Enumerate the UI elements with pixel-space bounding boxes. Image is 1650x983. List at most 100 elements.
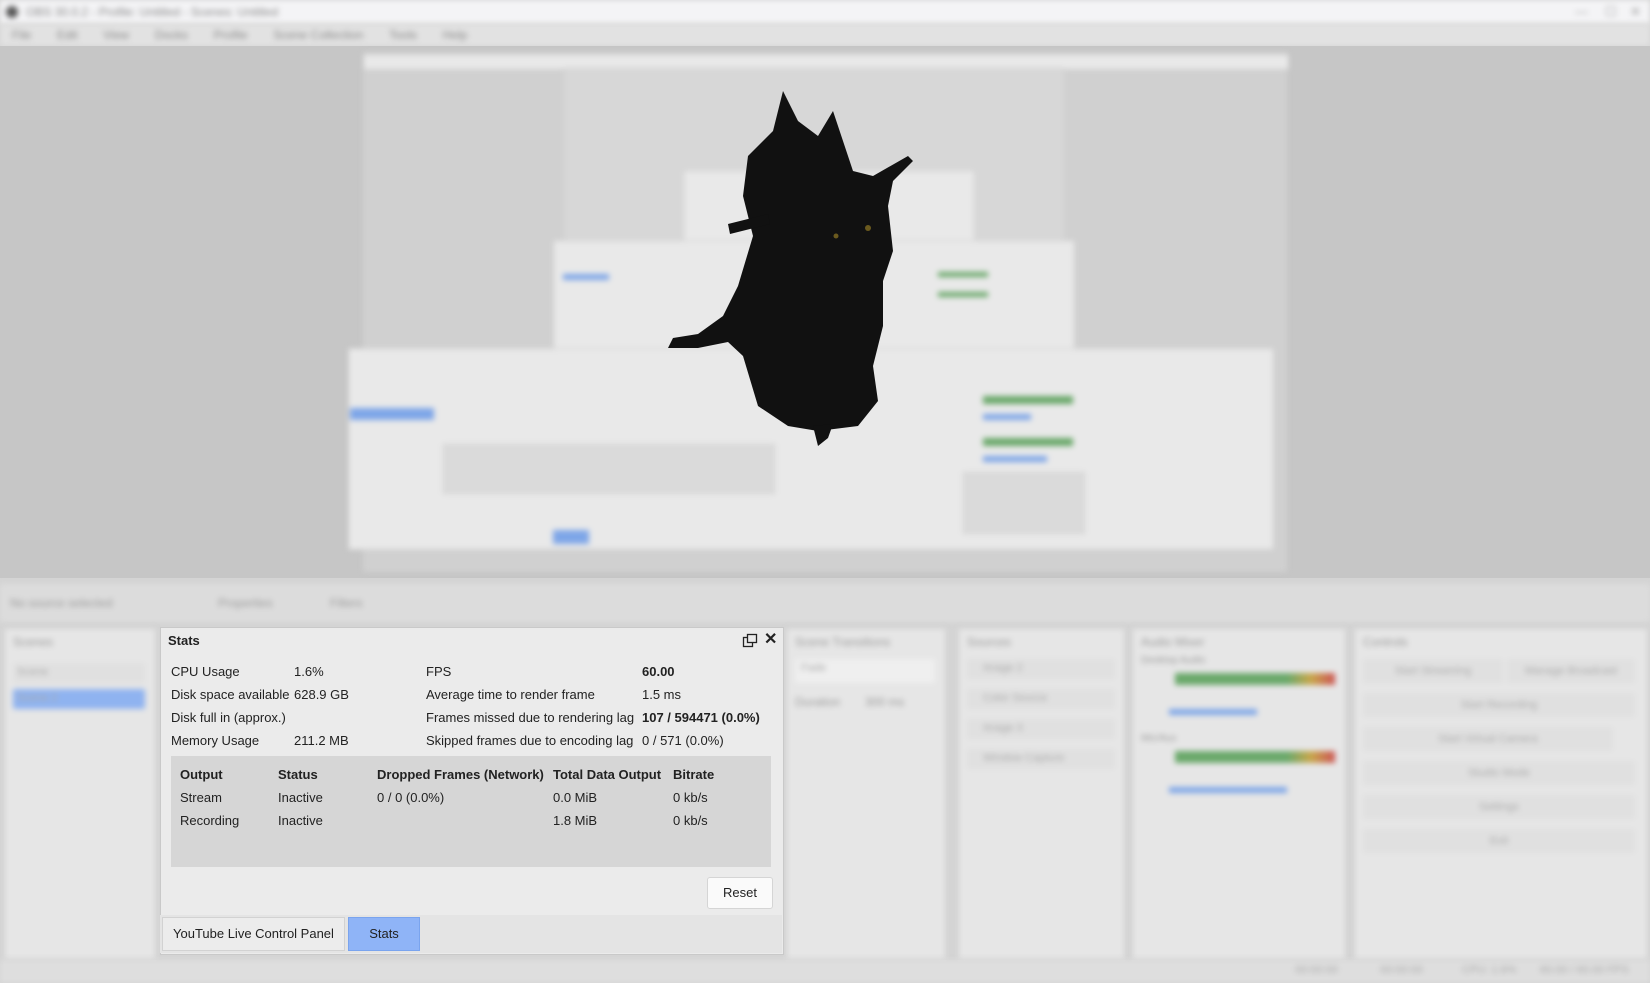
scenes-title: Scenes bbox=[13, 635, 54, 649]
skipped-frames-label: Skipped frames due to encoding lag bbox=[426, 733, 634, 748]
audio-track-label: Desktop Audio bbox=[1141, 655, 1206, 666]
sources-dock: Sources Image 2 Color Source Image 3 Win… bbox=[958, 628, 1125, 960]
nested-audio bbox=[963, 472, 1085, 534]
no-source-label: No source selected bbox=[10, 596, 113, 610]
audio-meter bbox=[1175, 751, 1335, 763]
table-cell: Recording bbox=[180, 813, 240, 828]
audio-meter bbox=[1175, 673, 1335, 685]
table-cell: Inactive bbox=[278, 790, 323, 805]
table-cell: Stream bbox=[180, 790, 222, 805]
disk-space-label: Disk space available bbox=[171, 687, 290, 702]
audio-mixer-dock: Audio Mixer Desktop Audio Mic/Aux bbox=[1132, 628, 1346, 960]
scene-item-selected[interactable]: Scene 2 bbox=[13, 689, 145, 709]
studio-mode-button[interactable]: Studio Mode bbox=[1363, 761, 1635, 785]
audio-track-label: Mic/Aux bbox=[1141, 733, 1177, 744]
disk-full-label: Disk full in (approx.) bbox=[171, 710, 286, 725]
menu-edit[interactable]: Edit bbox=[57, 28, 78, 42]
menu-view[interactable]: View bbox=[103, 28, 129, 42]
menu-docks[interactable]: Docks bbox=[155, 28, 188, 42]
output-table: Output Status Dropped Frames (Network) T… bbox=[171, 756, 771, 867]
stats-title: Stats bbox=[168, 633, 200, 648]
table-header-status: Status bbox=[278, 767, 318, 782]
fps-label: FPS bbox=[426, 664, 452, 679]
nested-meter bbox=[983, 396, 1073, 404]
properties-button[interactable]: Properties bbox=[218, 596, 273, 610]
start-recording-button[interactable]: Start Recording bbox=[1363, 693, 1635, 717]
controls-dock: Controls Start Streaming Manage Broadcas… bbox=[1354, 628, 1648, 960]
close-window-button[interactable]: ✕ bbox=[1630, 4, 1641, 20]
menu-help[interactable]: Help bbox=[443, 28, 468, 42]
record-time: 00:00:00 bbox=[1380, 964, 1423, 976]
stats-dock: Stats ✕ CPU Usage 1.6% Disk space availa… bbox=[160, 627, 784, 955]
table-cell: 0.0 MiB bbox=[553, 790, 598, 805]
duration-label: Duration bbox=[795, 695, 841, 709]
table-cell: Inactive bbox=[278, 813, 323, 828]
memory-usage-value: 211.2 MB bbox=[294, 733, 349, 748]
render-time-label: Average time to render frame bbox=[426, 687, 595, 702]
filters-button[interactable]: Filters bbox=[330, 596, 363, 610]
cpu-usage-label: CPU Usage bbox=[171, 664, 240, 679]
nested-meter bbox=[938, 292, 988, 297]
disk-space-value: 628.9 GB bbox=[294, 687, 349, 702]
transition-select[interactable]: Fade bbox=[795, 659, 935, 683]
nested-meter bbox=[983, 456, 1047, 462]
nested-stats-table bbox=[443, 444, 775, 494]
context-bar: No source selected Properties Filters bbox=[0, 584, 1650, 622]
start-virtual-camera-button[interactable]: Start Virtual Camera bbox=[1363, 727, 1613, 751]
nested-meter bbox=[983, 414, 1031, 420]
source-item[interactable]: Window Capture bbox=[967, 749, 1115, 769]
status-bar: 00:00:00 00:00:00 CPU: 1.6% 60.00 / 60.0… bbox=[0, 960, 1650, 983]
obs-logo-icon bbox=[6, 6, 18, 18]
scenes-dock: Scenes Scene Scene 2 bbox=[4, 628, 156, 960]
exit-button[interactable]: Exit bbox=[1363, 829, 1635, 853]
fps-status: 60.00 / 60.00 FPS bbox=[1540, 964, 1629, 976]
close-dock-icon[interactable]: ✕ bbox=[764, 631, 777, 649]
tab-stats[interactable]: Stats bbox=[348, 917, 420, 951]
maximize-button[interactable]: ☐ bbox=[1605, 4, 1617, 20]
transitions-title: Scene Transitions bbox=[795, 635, 891, 649]
nested-tab bbox=[553, 530, 589, 544]
table-header-output: Output bbox=[180, 767, 223, 782]
reset-button[interactable]: Reset bbox=[707, 877, 773, 909]
nested-meter bbox=[983, 438, 1073, 446]
render-time-value: 1.5 ms bbox=[642, 687, 682, 702]
stats-header: Stats ✕ bbox=[161, 628, 783, 654]
source-item[interactable]: Image 2 bbox=[967, 659, 1115, 679]
volume-slider[interactable] bbox=[1169, 787, 1287, 793]
menu-profile[interactable]: Profile bbox=[214, 28, 248, 42]
table-cell: 0 kb/s bbox=[673, 790, 708, 805]
table-header-total: Total Data Output bbox=[553, 767, 662, 782]
duration-value[interactable]: 300 ms bbox=[865, 695, 904, 709]
tab-youtube-live-control-panel[interactable]: YouTube Live Control Panel bbox=[162, 917, 345, 951]
menu-scene-collection[interactable]: Scene Collection bbox=[273, 28, 363, 42]
table-header-bitrate: Bitrate bbox=[673, 767, 715, 782]
volume-slider[interactable] bbox=[1169, 709, 1257, 715]
nested-meter bbox=[938, 272, 988, 277]
table-cell: 0 kb/s bbox=[673, 813, 708, 828]
stream-time: 00:00:00 bbox=[1295, 964, 1338, 976]
nested-selection bbox=[563, 274, 609, 280]
float-dock-icon[interactable] bbox=[742, 633, 758, 649]
frames-missed-label: Frames missed due to rendering lag bbox=[426, 710, 635, 725]
source-item[interactable]: Image 3 bbox=[967, 719, 1115, 739]
cpu-status: CPU: 1.6% bbox=[1462, 964, 1517, 976]
memory-usage-label: Memory Usage bbox=[171, 733, 260, 748]
cat-image[interactable] bbox=[668, 86, 938, 446]
start-streaming-button[interactable]: Start Streaming bbox=[1363, 659, 1503, 683]
frames-missed-value: 107 / 594471 (0.0%) bbox=[642, 710, 760, 725]
menu-tools[interactable]: Tools bbox=[389, 28, 417, 42]
controls-title: Controls bbox=[1363, 635, 1408, 649]
skipped-frames-value: 0 / 571 (0.0%) bbox=[642, 733, 724, 748]
scene-item[interactable]: Scene bbox=[13, 663, 145, 683]
menu-file[interactable]: File bbox=[12, 28, 31, 42]
settings-button[interactable]: Settings bbox=[1363, 795, 1635, 819]
fps-value: 60.00 bbox=[642, 664, 675, 679]
scene-transitions-dock: Scene Transitions Fade Duration 300 ms bbox=[786, 628, 946, 960]
nested-scene-selected bbox=[350, 408, 434, 420]
manage-broadcast-button[interactable]: Manage Broadcast bbox=[1507, 659, 1635, 683]
table-header-dropped: Dropped Frames (Network) bbox=[377, 767, 544, 782]
source-item[interactable]: Color Source bbox=[967, 689, 1115, 709]
cpu-usage-value: 1.6% bbox=[294, 664, 324, 679]
menu-bar: File Edit View Docks Profile Scene Colle… bbox=[0, 24, 1650, 46]
minimize-button[interactable]: — bbox=[1575, 4, 1588, 19]
